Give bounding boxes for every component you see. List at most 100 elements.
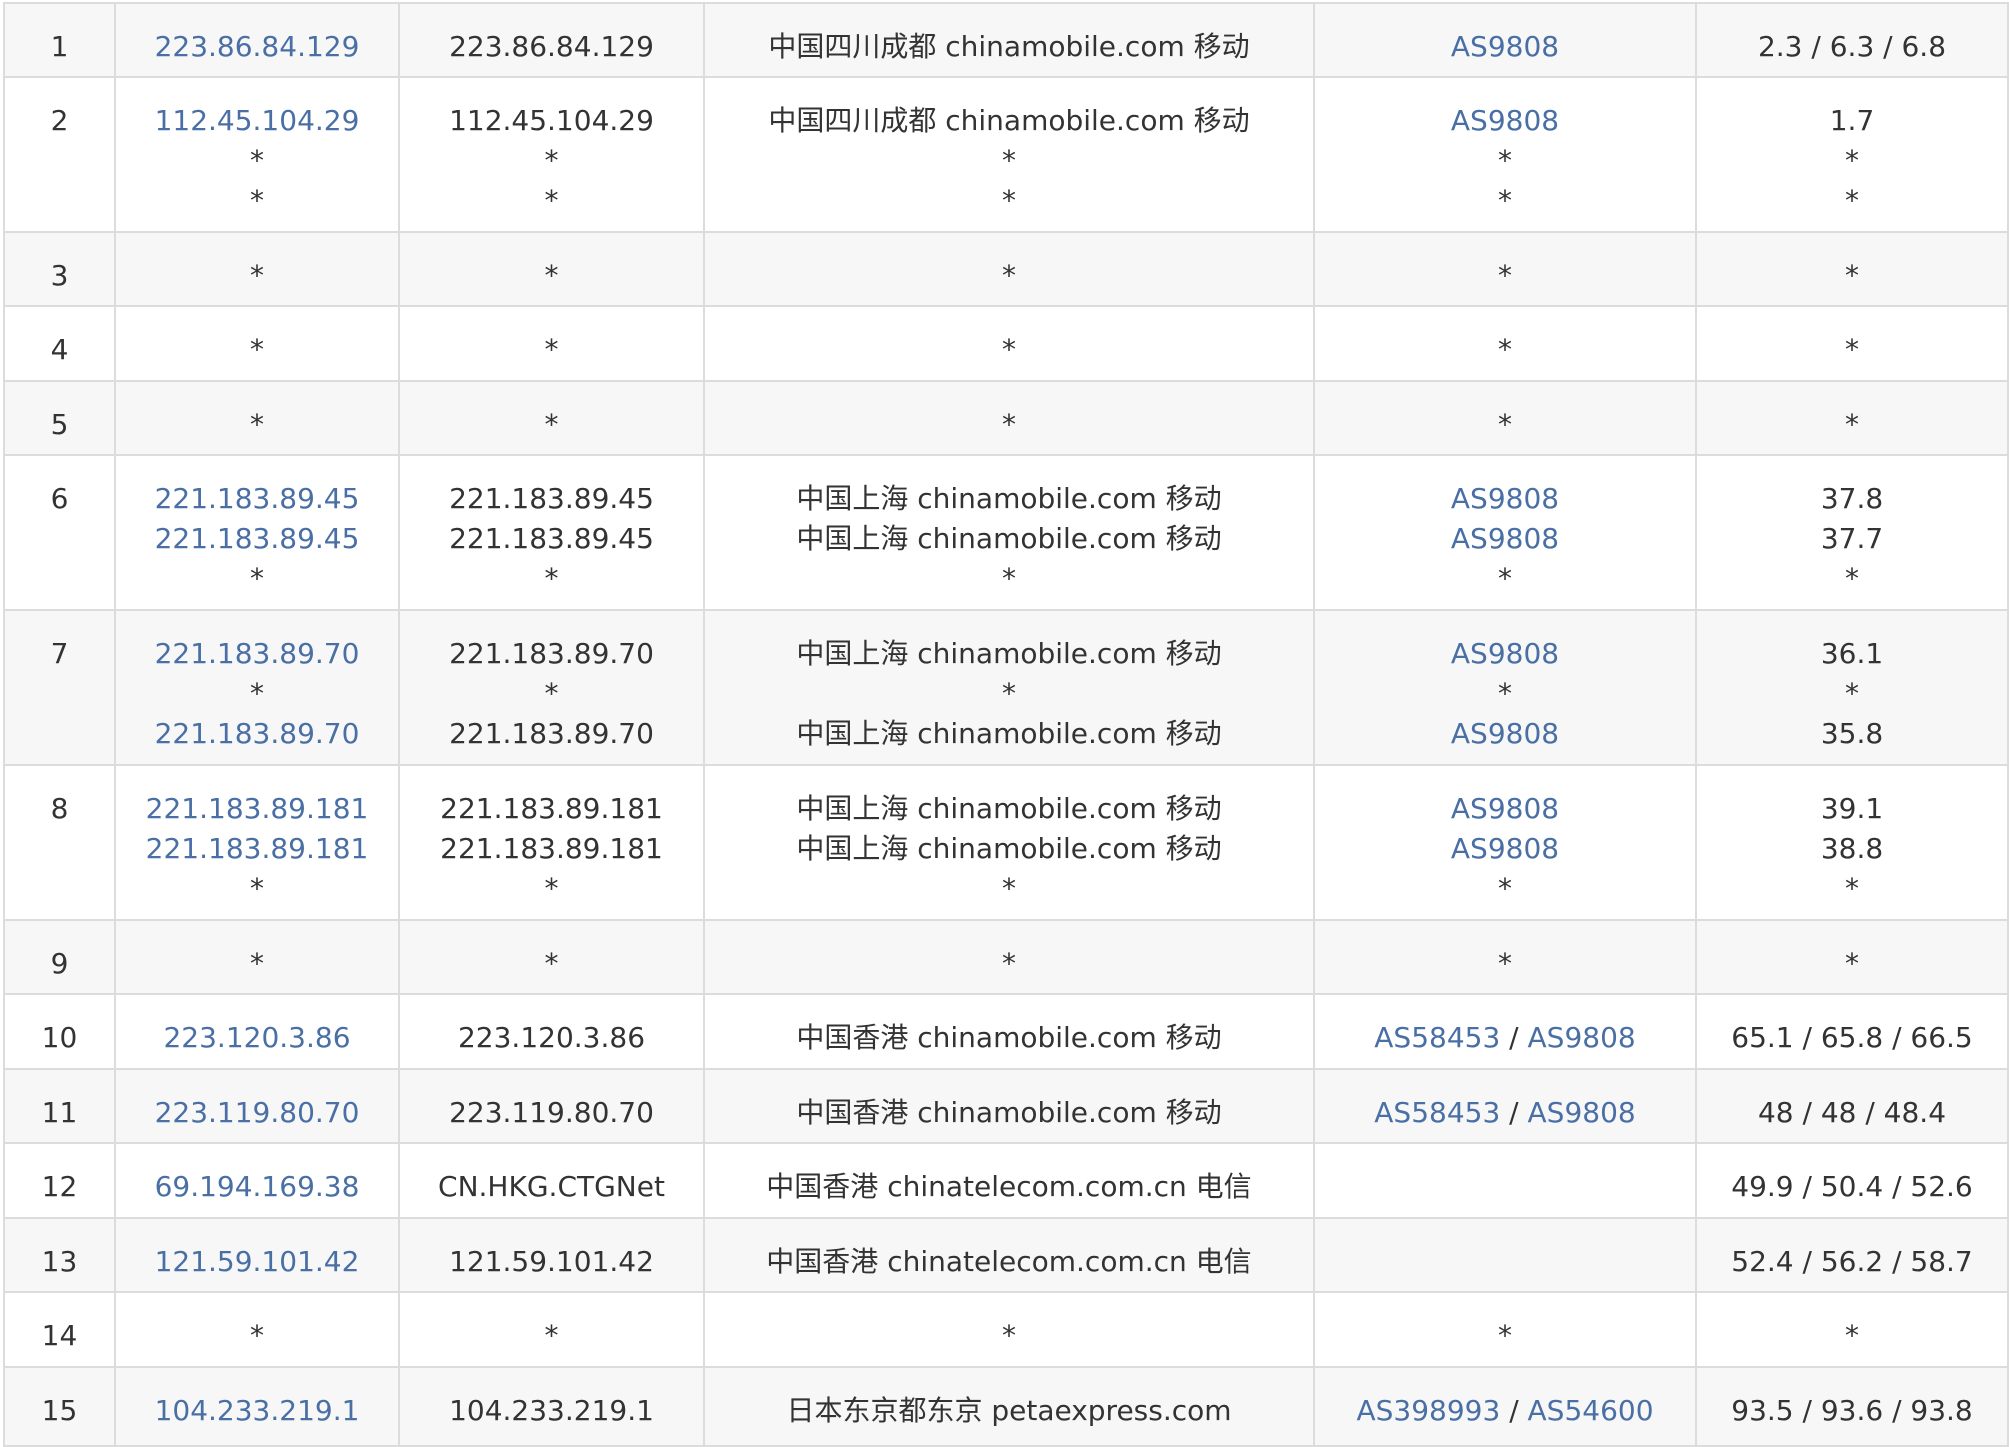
timeout-marker: * [250,872,264,905]
geo-location: 中国上海 chinamobile.com 移动 [796,637,1222,670]
hop-number-cell: 6 [3,454,116,611]
rtt-value: 49.9 / 50.4 / 52.6 [1731,1170,1973,1203]
rtt-value: * [1845,677,1859,710]
geo-cell: 中国香港 chinamobile.com 移动 [703,993,1315,1070]
asn-link[interactable]: AS58453 [1374,1096,1500,1129]
ip-cell: 223.86.84.129 [114,2,400,78]
rtt-value: * [1845,1319,1859,1352]
hop-number: 14 [41,1319,78,1352]
asn-line: AS58453 / AS9808 [1321,1018,1689,1058]
ip-line: 221.183.89.70 [122,634,392,674]
ip-cell: 221.183.89.70 * 221.183.89.70 [114,609,400,766]
asn-line: AS9808 [1321,714,1689,754]
hostname-cell: 221.183.89.70 * 221.183.89.70 [398,609,705,766]
hostname: 221.183.89.45 [449,482,654,515]
ip-link[interactable]: 221.183.89.181 [146,792,369,825]
ip-link[interactable]: 112.45.104.29 [155,104,360,137]
ip-cell: 69.194.169.38 [114,1142,400,1219]
ip-link[interactable]: 223.119.80.70 [155,1096,360,1129]
ip-line: 223.119.80.70 [122,1093,392,1133]
hop-row: 8 221.183.89.181 221.183.89.181 * 221.183.89… [3,764,2009,921]
ip-link[interactable]: 221.183.89.45 [155,482,360,515]
asn-line [1321,1167,1689,1207]
asn-link[interactable]: AS58453 [1374,1021,1500,1054]
asn-link[interactable]: AS9808 [1451,832,1559,865]
asn-link[interactable]: AS9808 [1451,482,1559,515]
asn-link[interactable]: AS9808 [1451,104,1559,137]
ip-line: 69.194.169.38 [122,1167,392,1207]
asn-line: AS9808 [1321,479,1689,519]
asn-link[interactable]: AS9808 [1528,1096,1636,1129]
hostname: * [544,562,559,595]
asn-line: AS9808 [1321,101,1689,141]
timeout-marker: * [250,144,264,177]
asn-line: * [1321,559,1689,599]
ip-link[interactable]: 121.59.101.42 [155,1245,360,1278]
ip-line: * [122,330,392,370]
asn-link[interactable]: AS54600 [1528,1394,1654,1427]
ip-line: * [122,181,392,221]
timeout-marker: * [1498,677,1512,710]
geo-location: 中国香港 chinamobile.com 移动 [796,1096,1222,1129]
timeout-marker: * [1498,872,1512,905]
asn-link[interactable]: AS398993 [1356,1394,1500,1427]
asn-link[interactable]: AS9808 [1451,522,1559,555]
asn-link[interactable]: AS9808 [1451,637,1559,670]
ip-link[interactable]: 223.120.3.86 [163,1021,350,1054]
geo-location: 中国上海 chinamobile.com 移动 [796,482,1222,515]
geo-cell: 中国上海 chinamobile.com 移动 中国上海 chinamobile.… [703,764,1315,921]
hop-number: 7 [50,637,69,670]
geo-cell: * [703,1291,1315,1368]
asn-line: AS9808 [1321,829,1689,869]
asn-link[interactable]: AS9808 [1451,30,1559,63]
asn-line [1321,1242,1689,1282]
ip-cell: * [114,380,400,456]
ip-link[interactable]: 104.233.219.1 [155,1394,360,1427]
asn-cell: AS9808 * AS9808 [1313,609,1697,766]
asn-line: * [1321,405,1689,445]
asn-cell: * [1313,1291,1697,1368]
ip-link[interactable]: 221.183.89.45 [155,522,360,555]
hop-row: 5 * * * * * [3,380,2009,456]
hostname: * [544,872,559,905]
rtt-cell: 2.3 / 6.3 / 6.8 [1695,2,2009,78]
hop-row: 6 221.183.89.45 221.183.89.45 * 221.183.89.4… [3,454,2009,611]
hostname: * [544,144,559,177]
ip-line: 223.120.3.86 [122,1018,392,1058]
hostname-cell: CN.HKG.CTGNet [398,1142,705,1219]
asn-line: AS9808 [1321,519,1689,559]
ip-link[interactable]: 221.183.89.70 [155,637,360,670]
hop-number: 1 [50,30,69,63]
ip-line: * [122,141,392,181]
geo-cell: * [703,231,1315,307]
hop-number: 5 [50,408,69,441]
hop-number-cell: 1 [3,2,116,78]
asn-link[interactable]: AS9808 [1451,717,1559,750]
hostname-cell: 104.233.219.1 [398,1366,705,1447]
hop-number-cell: 9 [3,919,116,995]
timeout-marker: * [1498,144,1512,177]
ip-link[interactable]: 221.183.89.70 [155,717,360,750]
hostname: * [544,184,559,217]
asn-link[interactable]: AS9808 [1451,792,1559,825]
asn-cell: * [1313,380,1697,456]
hostname: * [544,259,559,292]
hostname: 112.45.104.29 [449,104,654,137]
asn-link[interactable]: AS9808 [1528,1021,1636,1054]
ip-link[interactable]: 221.183.89.181 [146,832,369,865]
hop-number: 3 [50,259,69,292]
geo-location: 中国香港 chinatelecom.com.cn 电信 [766,1245,1252,1278]
asn-line: * [1321,674,1689,714]
rtt-value: 1.7 [1829,104,1875,137]
ip-link[interactable]: 223.86.84.129 [155,30,360,63]
ip-link[interactable]: 69.194.169.38 [155,1170,360,1203]
geo-location: 中国上海 chinamobile.com 移动 [796,717,1222,750]
timeout-marker: * [1498,259,1512,292]
ip-line: * [122,1316,392,1356]
hop-number-cell: 8 [3,764,116,921]
ip-line: 221.183.89.45 [122,519,392,559]
asn-line: * [1321,944,1689,984]
geo-location: 中国四川成都 chinamobile.com 移动 [768,30,1250,63]
rtt-value: * [1845,184,1859,217]
rtt-value: 39.1 [1820,792,1884,825]
